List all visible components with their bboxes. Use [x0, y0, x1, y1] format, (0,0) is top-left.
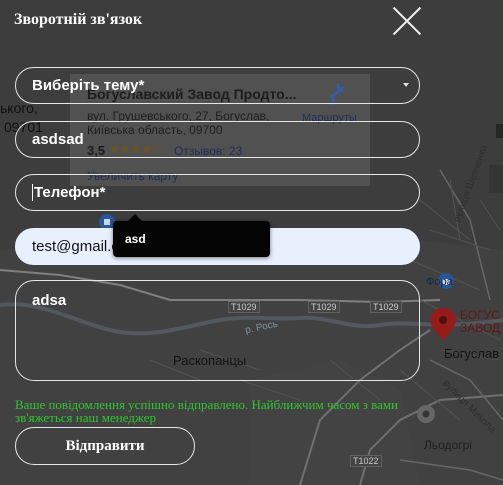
map-place-fora: Фора — [426, 276, 453, 288]
phone-input-placeholder: Телефон* — [34, 184, 106, 201]
text-caret — [32, 184, 33, 201]
map-road-label: T1022 — [350, 455, 382, 467]
modal-title: Зворотній зв'язок — [14, 11, 143, 28]
topic-select[interactable]: Виберіть тему* — [15, 67, 420, 104]
autocomplete-suggestion[interactable]: asd — [113, 214, 270, 257]
place-pin-icon — [417, 405, 435, 423]
name-input-value: asdsad — [32, 131, 84, 148]
map-place-lodygy: Льодогрі — [424, 438, 472, 452]
autocomplete-suggestion-text: asd — [125, 232, 146, 246]
success-message: Ваше повідомлення успішно відправлено. Н… — [15, 397, 399, 425]
close-icon[interactable] — [392, 6, 422, 36]
chevron-down-icon — [403, 83, 409, 87]
topic-select-value: Виберіть тему* — [32, 77, 145, 94]
open-map-icon — [496, 124, 503, 138]
phone-input[interactable]: Телефон* — [15, 174, 420, 211]
message-textarea-value: adsa — [32, 292, 67, 309]
map-place-bohuslav: Богуслав — [444, 346, 500, 361]
message-textarea[interactable]: adsa — [15, 280, 420, 381]
submit-button[interactable]: Відправити — [15, 427, 195, 465]
map-place-factory-label: БОГУС ЗАВОД — [460, 308, 501, 335]
email-input-value: test@gmail.c — [32, 238, 119, 255]
name-input[interactable]: asdsad — [15, 121, 420, 158]
